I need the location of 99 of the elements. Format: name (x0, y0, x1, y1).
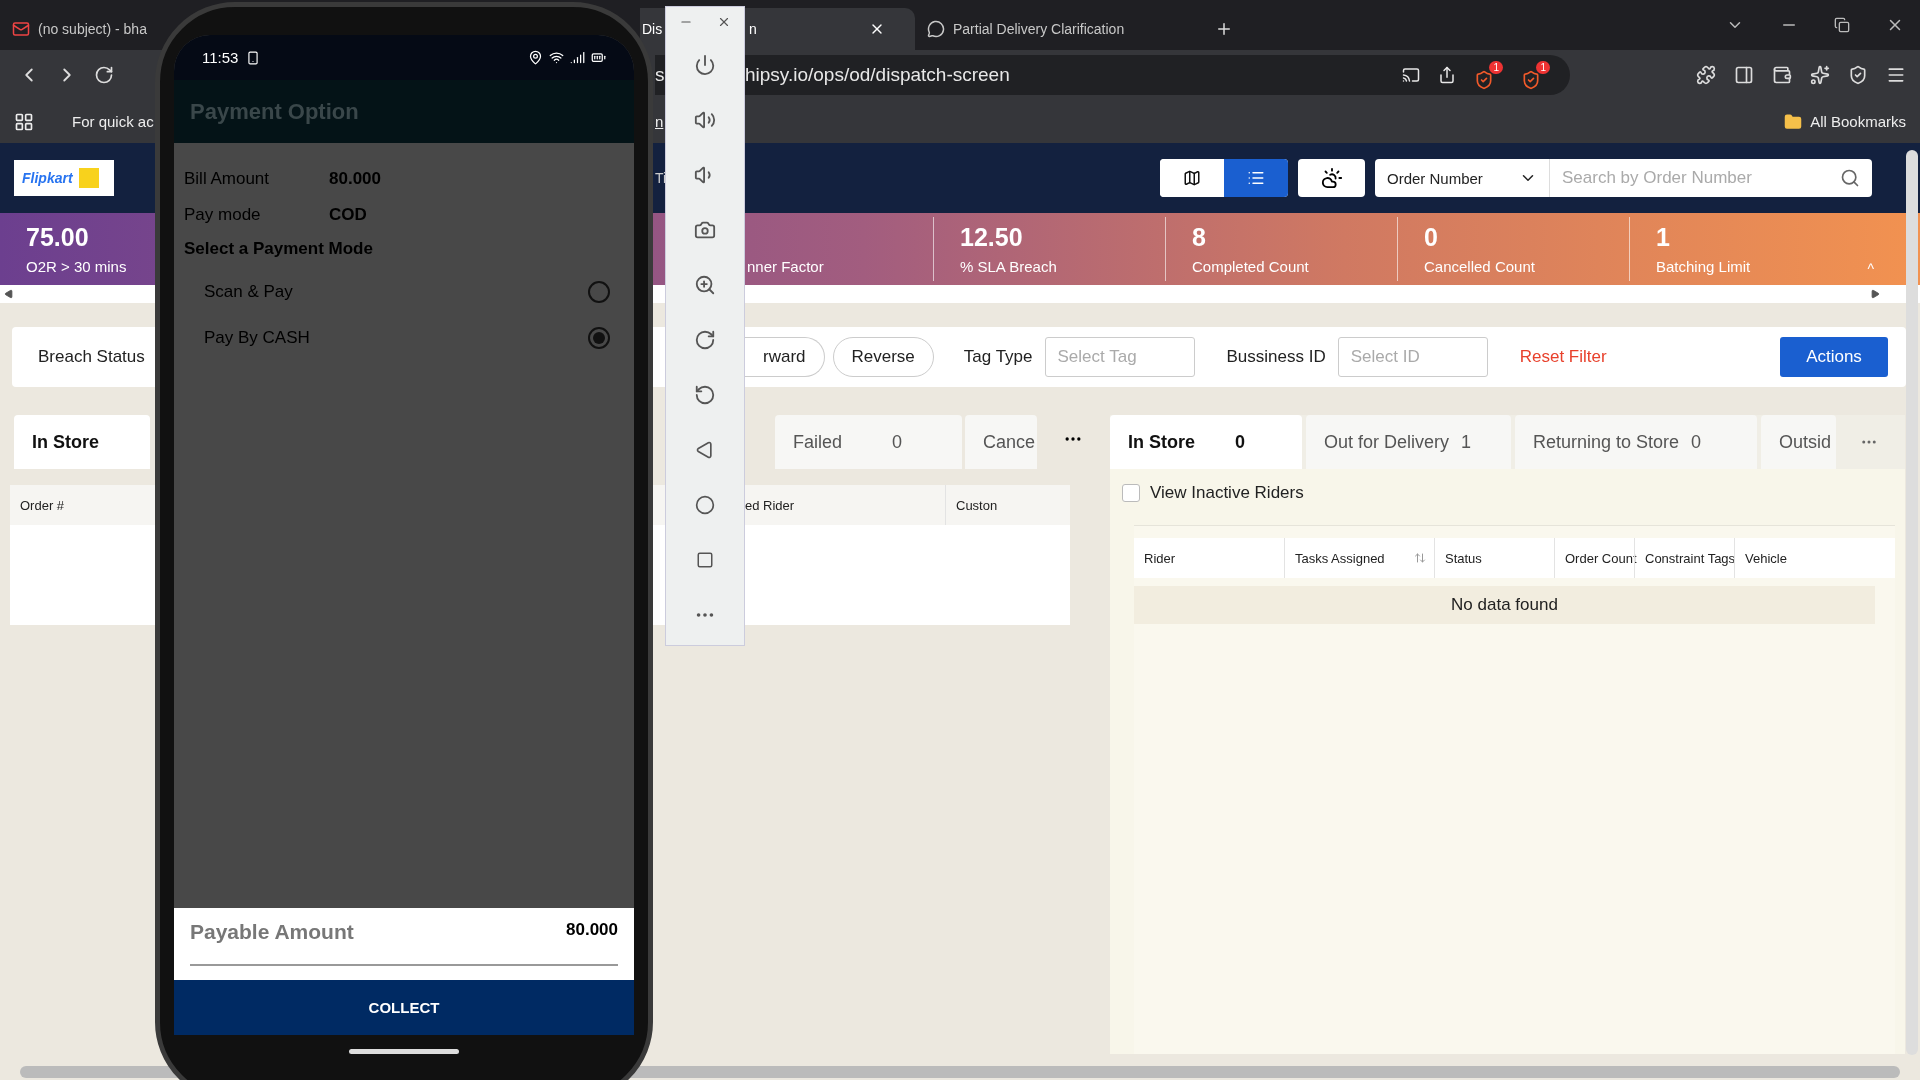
mail-icon (12, 20, 30, 38)
notification-badge: 1 (1489, 60, 1503, 74)
detail-label: Pay mode (184, 205, 262, 225)
location-icon (528, 50, 543, 65)
weather-button[interactable] (1298, 159, 1365, 197)
reset-filter-link[interactable]: Reset Filter (1519, 347, 1607, 367)
actions-button[interactable]: Actions (1780, 337, 1888, 377)
sort-icon[interactable] (1414, 552, 1426, 564)
payable-label: Payable Amount (190, 920, 354, 945)
rider-tab[interactable]: Out for Delivery 1 (1306, 415, 1511, 469)
detail-label: Bill Amount (184, 169, 271, 189)
column-header: Vehicle (1734, 538, 1895, 578)
bookmark-link[interactable]: n (655, 113, 664, 130)
cloud-sun-icon (1320, 167, 1343, 189)
empty-message: No data found (1134, 586, 1875, 624)
bookmark-hint: For quick ac (72, 113, 154, 130)
stat-label: O2R > 30 mins (26, 258, 127, 275)
rider-tab[interactable]: Returning to Store 0 (1515, 415, 1757, 469)
restore-icon[interactable] (1834, 17, 1850, 33)
wifi-icon (549, 50, 564, 65)
scroll-right-icon[interactable] (1870, 289, 1880, 299)
scroll-left-icon[interactable] (4, 289, 14, 299)
status-tab[interactable]: Failed 0 (775, 415, 962, 469)
direction-pill[interactable]: rward (745, 337, 825, 377)
status-tab[interactable]: In Store (14, 415, 150, 469)
filter-label: Breach Status (38, 347, 145, 367)
filter-label: Bussiness ID (1226, 347, 1326, 367)
browser-tab[interactable]: (no subject) - bha (0, 8, 157, 50)
power-icon[interactable] (694, 53, 716, 76)
new-tab-icon[interactable] (1215, 20, 1233, 38)
rotate-right-icon[interactable] (694, 328, 716, 351)
header-text: Ti (655, 170, 667, 186)
map-icon (1183, 169, 1201, 187)
shield-icon[interactable] (1521, 69, 1541, 90)
column-header: Order # (19, 496, 66, 515)
stat-value: 1 (1656, 223, 1670, 252)
search-by-select[interactable]: Order Number (1375, 159, 1550, 197)
stat-value: 8 (1192, 223, 1206, 252)
status-tab[interactable]: Cance (965, 415, 1037, 469)
search-icon[interactable] (1840, 168, 1860, 188)
column-header: ed Rider (744, 496, 796, 515)
column-header: Tasks Assigned (1284, 538, 1434, 578)
stat-label: Batching Limit (1656, 258, 1751, 275)
payable-value: 80.000 (566, 920, 618, 941)
sparkle-icon[interactable] (1810, 65, 1830, 85)
section-title: Select a Payment Mode (184, 239, 374, 260)
close-icon[interactable] (717, 15, 731, 29)
folder-icon[interactable] (1784, 112, 1803, 131)
rider-tab[interactable]: In Store 0 (1110, 415, 1302, 469)
bookmarks-folder[interactable]: All Bookmarks (1810, 113, 1906, 130)
list-icon (1247, 169, 1265, 187)
id-select[interactable]: Select ID (1337, 337, 1488, 377)
extensions-icon[interactable] (1696, 65, 1716, 85)
stat-label: % SLA Breach (960, 258, 1057, 275)
filter-label: Tag Type (963, 347, 1033, 367)
shield-icon[interactable] (1474, 69, 1494, 90)
stat-label: Cancelled Count (1424, 258, 1535, 275)
menu-icon[interactable] (1886, 65, 1906, 85)
zoom-icon[interactable] (694, 273, 716, 296)
stat-value: 75.00 (26, 223, 89, 252)
detail-value: COD (329, 205, 368, 225)
signal-icon (570, 50, 585, 65)
column-header: Custon (945, 485, 1065, 525)
address-bar[interactable]: hipsy.io/ops/od/dispatch-screen 1 1 (745, 55, 1570, 95)
address-bar-text[interactable]: s (655, 55, 665, 95)
wallet-icon[interactable] (1772, 65, 1792, 85)
shield-icon[interactable] (1848, 65, 1868, 85)
column-header: Status (1434, 538, 1554, 578)
stat-value: 12.50 (960, 223, 1023, 252)
battery-icon (591, 50, 606, 65)
home-handle[interactable] (349, 1049, 459, 1054)
column-header: Rider (1143, 549, 1177, 568)
overview-icon[interactable] (696, 550, 714, 569)
browser-tab[interactable]: n (745, 8, 915, 50)
browser-tab[interactable]: Partial Delivery Clarification (915, 8, 1205, 50)
logo: Flipkart (14, 160, 114, 196)
rotate-left-icon[interactable] (694, 383, 716, 406)
rider-tab[interactable]: Outsid (1761, 415, 1836, 469)
back-icon[interactable] (695, 439, 715, 460)
stat-label: Completed Count (1192, 258, 1309, 275)
status-time: 11:53 (202, 49, 239, 66)
apps-icon[interactable] (14, 111, 34, 132)
notification-badge: 1 (1536, 60, 1550, 74)
reload-icon[interactable] (94, 65, 114, 85)
tag-select[interactable]: Select Tag (1044, 337, 1195, 377)
share-icon[interactable] (1438, 66, 1456, 84)
scrollbar[interactable] (1906, 150, 1918, 1055)
chat-icon (927, 20, 945, 38)
direction-pill[interactable]: Reverse (832, 337, 934, 377)
stat-value: 0 (1424, 223, 1438, 252)
stat-label: nner Factor (747, 258, 824, 275)
sidebar-icon[interactable] (1734, 65, 1754, 85)
tab-title[interactable]: Dis (640, 8, 665, 50)
detail-value: 80.000 (329, 169, 382, 189)
collect-button[interactable]: COLLECT (174, 980, 634, 1035)
view-toggle[interactable] (1224, 159, 1288, 197)
status-icon (246, 50, 261, 65)
install-icon[interactable] (1402, 66, 1420, 84)
home-icon[interactable] (695, 494, 715, 515)
